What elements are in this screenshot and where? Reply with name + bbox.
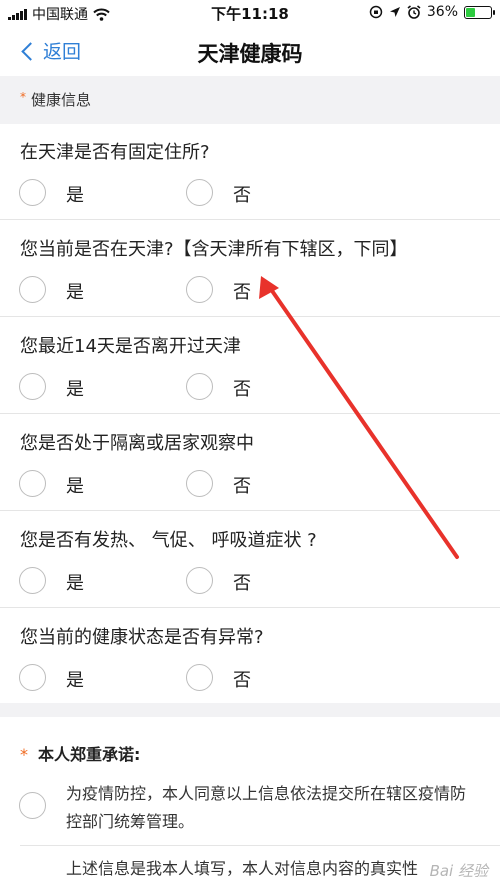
location-icon	[389, 7, 400, 17]
battery-icon	[464, 5, 495, 19]
radio-yes[interactable]	[19, 470, 46, 497]
option-yes-label[interactable]: 是	[66, 666, 84, 692]
question-fixed-residence: 在天津是否有固定住所? 是 否	[0, 124, 500, 220]
status-right: 36%	[369, 4, 495, 20]
question-left-tianjin-14-days: 您最近14天是否离开过天津 是 否	[0, 318, 500, 414]
radio-no[interactable]	[186, 179, 213, 206]
required-mark: *	[20, 90, 26, 104]
option-no-label[interactable]: 否	[233, 278, 251, 304]
option-no-label[interactable]: 否	[233, 375, 251, 401]
radio-yes[interactable]	[19, 373, 46, 400]
option-yes-label[interactable]: 是	[66, 278, 84, 304]
option-no-label[interactable]: 否	[233, 666, 251, 692]
orientation-lock-icon	[369, 5, 383, 19]
section-title: 健康信息	[31, 91, 92, 109]
radio-yes[interactable]	[19, 276, 46, 303]
watermark: Bai 经验	[429, 862, 488, 880]
option-yes-label[interactable]: 是	[66, 181, 84, 207]
radio-no[interactable]	[186, 276, 213, 303]
question-text: 您当前是否在天津?【含天津所有下辖区，下同】	[20, 239, 408, 260]
question-text: 您最近14天是否离开过天津	[20, 336, 241, 357]
required-mark: *	[20, 745, 28, 764]
status-bar: 中国联通 下午11:18 36%	[0, 0, 500, 26]
nav-bar: 返回 天津健康码	[0, 26, 500, 76]
pledge-item-2[interactable]: 上述信息是我本人填写，本人对信息内容的真实性	[66, 855, 486, 883]
pledge-checkbox[interactable]	[19, 792, 46, 819]
pledge-title: * 本人郑重承诺:	[20, 741, 140, 765]
question-quarantine: 您是否处于隔离或居家观察中 是 否	[0, 415, 500, 511]
question-text: 在天津是否有固定住所?	[20, 142, 210, 163]
radio-no[interactable]	[186, 664, 213, 691]
option-yes-label[interactable]: 是	[66, 375, 84, 401]
alarm-icon	[407, 5, 421, 19]
question-text: 您是否有发热、 气促、 呼吸道症状 ?	[20, 530, 317, 551]
divider	[20, 845, 500, 846]
radio-yes[interactable]	[19, 664, 46, 691]
question-text: 您当前的健康状态是否有异常?	[20, 627, 264, 648]
radio-no[interactable]	[186, 567, 213, 594]
question-health-status: 您当前的健康状态是否有异常? 是 否	[0, 609, 500, 703]
question-currently-in-tianjin: 您当前是否在天津?【含天津所有下辖区，下同】 是 否	[0, 221, 500, 317]
page-title: 天津健康码	[197, 42, 303, 66]
option-no-label[interactable]: 否	[233, 181, 251, 207]
section-divider	[0, 703, 500, 717]
pledge-item-1[interactable]: 为疫情防控，本人同意以上信息依法提交所在辖区疫情防控部门统筹管理。	[66, 780, 476, 836]
radio-no[interactable]	[186, 373, 213, 400]
option-yes-label[interactable]: 是	[66, 569, 84, 595]
option-no-label[interactable]: 否	[233, 569, 251, 595]
radio-yes[interactable]	[19, 567, 46, 594]
section-header-health-info: * 健康信息	[0, 76, 500, 124]
pledge-title-text: 本人郑重承诺:	[38, 745, 141, 764]
question-text: 您是否处于隔离或居家观察中	[20, 433, 254, 454]
question-symptoms: 您是否有发热、 气促、 呼吸道症状 ? 是 否	[0, 512, 500, 608]
radio-no[interactable]	[186, 470, 213, 497]
option-yes-label[interactable]: 是	[66, 472, 84, 498]
battery-percent: 36%	[426, 4, 458, 20]
radio-yes[interactable]	[19, 179, 46, 206]
option-no-label[interactable]: 否	[233, 472, 251, 498]
